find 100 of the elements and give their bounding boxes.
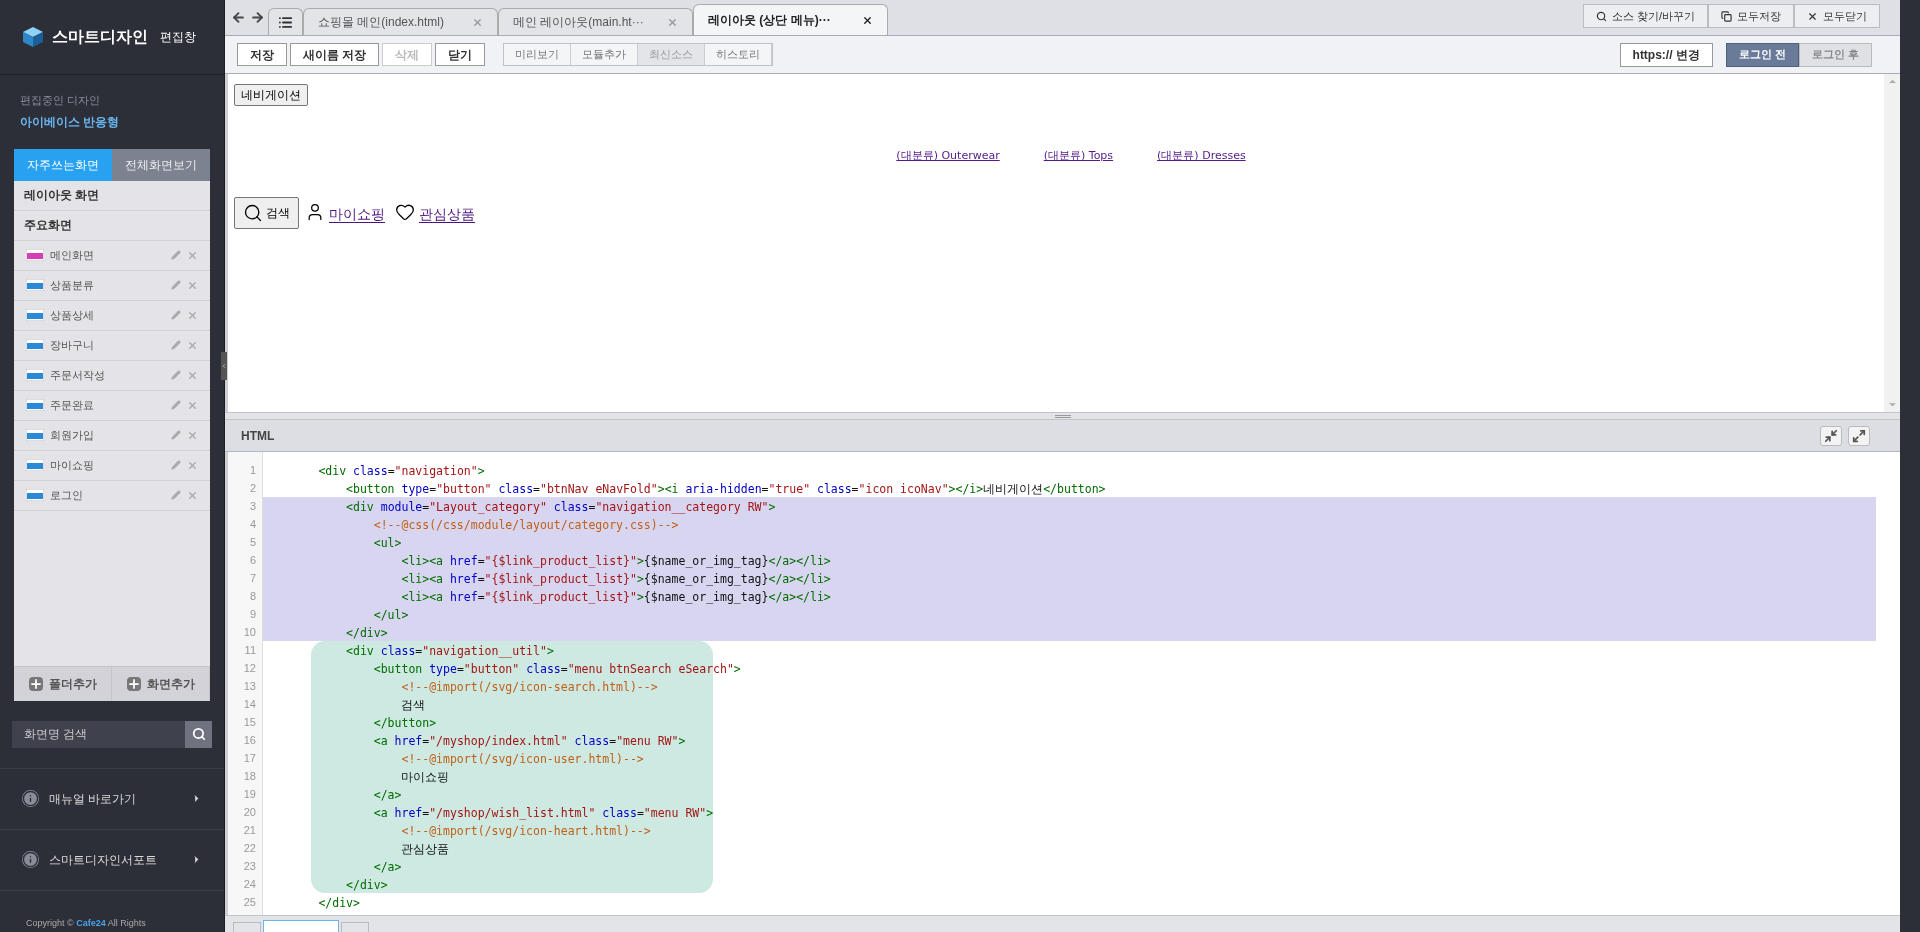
delete-icon[interactable] bbox=[187, 339, 198, 351]
copyright-text: Copyright © Cafe24 All Rights bbox=[25, 916, 147, 930]
toolbar-button[interactable]: 닫기 bbox=[435, 43, 486, 66]
edit-icon[interactable] bbox=[171, 460, 181, 470]
line-number: 17 bbox=[242, 751, 257, 766]
forward-icon[interactable] bbox=[250, 10, 265, 25]
category-link[interactable]: (대분류) Dresses bbox=[1157, 148, 1246, 165]
file-icon bbox=[26, 459, 44, 471]
code-line: <li><a href="{$link_product_list}">{$name_or_img_tag}</a></li> bbox=[400, 554, 831, 568]
screen-list-item[interactable]: 회원가입 bbox=[14, 420, 210, 451]
category-link[interactable]: (대분류) Outerwear bbox=[896, 148, 1000, 165]
screen-name: 주문서작성 bbox=[50, 367, 106, 383]
line-number: 5 bbox=[248, 535, 257, 550]
back-icon[interactable] bbox=[231, 10, 246, 25]
nav-link[interactable]: 관심상품 bbox=[395, 201, 479, 224]
screen-list-item[interactable]: 장바구니 bbox=[14, 330, 210, 361]
nav-link[interactable]: 마이쇼핑 bbox=[305, 201, 389, 224]
screen-list-item[interactable]: 주문서작성 bbox=[14, 360, 210, 391]
screen-list-item[interactable]: 마이쇼핑 bbox=[14, 450, 210, 481]
bottom-tab[interactable] bbox=[341, 922, 369, 932]
scrollbar[interactable] bbox=[1884, 74, 1900, 412]
login-toggle[interactable]: 로그인 전 bbox=[1725, 42, 1799, 67]
bottom-tab[interactable] bbox=[233, 922, 261, 932]
line-number: 4 bbox=[248, 517, 257, 532]
line-number: 20 bbox=[242, 805, 257, 820]
section-heading[interactable]: 주요화면 bbox=[14, 210, 210, 241]
edit-icon[interactable] bbox=[171, 310, 181, 320]
delete-icon[interactable] bbox=[187, 489, 198, 501]
edit-icon[interactable] bbox=[171, 250, 181, 260]
menu-link[interactable]: 스마트디자인서포트 bbox=[0, 829, 224, 891]
action-button[interactable]: 모두저장 bbox=[1708, 4, 1794, 28]
delete-icon[interactable] bbox=[187, 309, 198, 321]
code-line: <li><a href="{$link_product_list}">{$name_or_img_tag}</a></li> bbox=[400, 590, 831, 604]
code-line: </div> bbox=[317, 896, 360, 910]
editor-tab[interactable]: 쇼핑몰 메인(index.html) bbox=[303, 8, 498, 35]
line-number: 7 bbox=[248, 571, 257, 586]
code-line: <a href="/myshop/index.html" class="menu RW"> bbox=[372, 734, 686, 748]
sidebar-tab[interactable]: 전체화면보기 bbox=[112, 148, 210, 181]
edit-icon[interactable] bbox=[171, 280, 181, 290]
https-button[interactable]: https:// 변경 bbox=[1619, 42, 1713, 67]
edit-icon[interactable] bbox=[171, 490, 181, 500]
line-number: 3 bbox=[248, 499, 257, 514]
splitter[interactable] bbox=[225, 412, 1900, 420]
delete-icon[interactable] bbox=[187, 429, 198, 441]
screen-name: 장바구니 bbox=[50, 337, 95, 353]
search-button[interactable] bbox=[185, 720, 212, 748]
code-line: </ul> bbox=[372, 608, 409, 622]
close-icon bbox=[1807, 10, 1818, 22]
line-number: 16 bbox=[242, 733, 257, 748]
screen-name: 회원가입 bbox=[50, 427, 95, 443]
bottom-tab[interactable] bbox=[263, 920, 339, 932]
delete-icon[interactable] bbox=[187, 399, 198, 411]
screen-list-item[interactable]: 상품분류 bbox=[14, 270, 210, 301]
navigation-button[interactable]: 네비게이션 bbox=[234, 84, 308, 106]
info-icon bbox=[22, 790, 39, 807]
edit-icon[interactable] bbox=[171, 430, 181, 440]
editor-tab[interactable]: 레이아웃 (상단 메뉴)··· bbox=[693, 4, 888, 35]
line-number: 15 bbox=[242, 715, 257, 730]
screen-list-item[interactable]: 로그인 bbox=[14, 480, 210, 511]
search-button[interactable]: 검색 bbox=[234, 196, 299, 229]
search-field[interactable]: 화면명 검색 bbox=[12, 720, 185, 748]
toolbar-button[interactable]: 새이름 저장 bbox=[290, 43, 380, 66]
line-number: 2 bbox=[248, 481, 257, 496]
screen-list-item[interactable]: 상품상세 bbox=[14, 300, 210, 331]
screen-list-item[interactable]: 메인화면 bbox=[14, 240, 210, 271]
delete-icon[interactable] bbox=[187, 249, 198, 261]
section-heading[interactable]: 레이아웃 화면 bbox=[14, 180, 210, 211]
plus-icon bbox=[126, 676, 141, 691]
add-button[interactable]: 화면추가 bbox=[112, 666, 210, 701]
delete-icon[interactable] bbox=[187, 279, 198, 291]
line-number: 9 bbox=[248, 607, 257, 622]
delete-icon[interactable] bbox=[187, 369, 198, 381]
menu-link[interactable]: 매뉴얼 바로가기 bbox=[0, 768, 224, 830]
close-icon[interactable] bbox=[862, 14, 873, 26]
toolbar-button[interactable]: 저장 bbox=[237, 43, 287, 66]
file-icon bbox=[26, 489, 44, 501]
add-button[interactable]: 폴더추가 bbox=[14, 666, 112, 701]
action-button[interactable]: 모두닫기 bbox=[1794, 4, 1880, 28]
screen-list-item[interactable]: 주문완료 bbox=[14, 390, 210, 421]
action-button[interactable]: 소스 찾기/바꾸기 bbox=[1582, 4, 1708, 28]
expand-button[interactable] bbox=[1848, 425, 1870, 446]
line-number: 6 bbox=[248, 553, 257, 568]
info-icon bbox=[22, 851, 39, 868]
line-number: 10 bbox=[242, 625, 257, 640]
code-line: 마이쇼핑 bbox=[400, 770, 450, 784]
code-line: <li><a href="{$link_product_list}">{$name_or_img_tag}</a></li> bbox=[400, 572, 831, 586]
tab-list-button[interactable] bbox=[268, 8, 303, 35]
editor-tab[interactable]: 메인 레이아웃(main.ht··· bbox=[498, 8, 693, 35]
editing-label: 편집중인 디자인 bbox=[20, 93, 102, 108]
collapse-handle[interactable] bbox=[221, 352, 227, 380]
code-line: </a> bbox=[372, 860, 402, 874]
line-number: 24 bbox=[242, 877, 257, 892]
line-number: 12 bbox=[242, 661, 257, 676]
edit-icon[interactable] bbox=[171, 400, 181, 410]
category-link[interactable]: (대분류) Tops bbox=[1043, 148, 1114, 165]
edit-icon[interactable] bbox=[171, 340, 181, 350]
delete-icon[interactable] bbox=[187, 459, 198, 471]
list-icon bbox=[278, 14, 293, 30]
edit-icon[interactable] bbox=[171, 370, 181, 380]
collapse-button[interactable] bbox=[1820, 425, 1842, 446]
